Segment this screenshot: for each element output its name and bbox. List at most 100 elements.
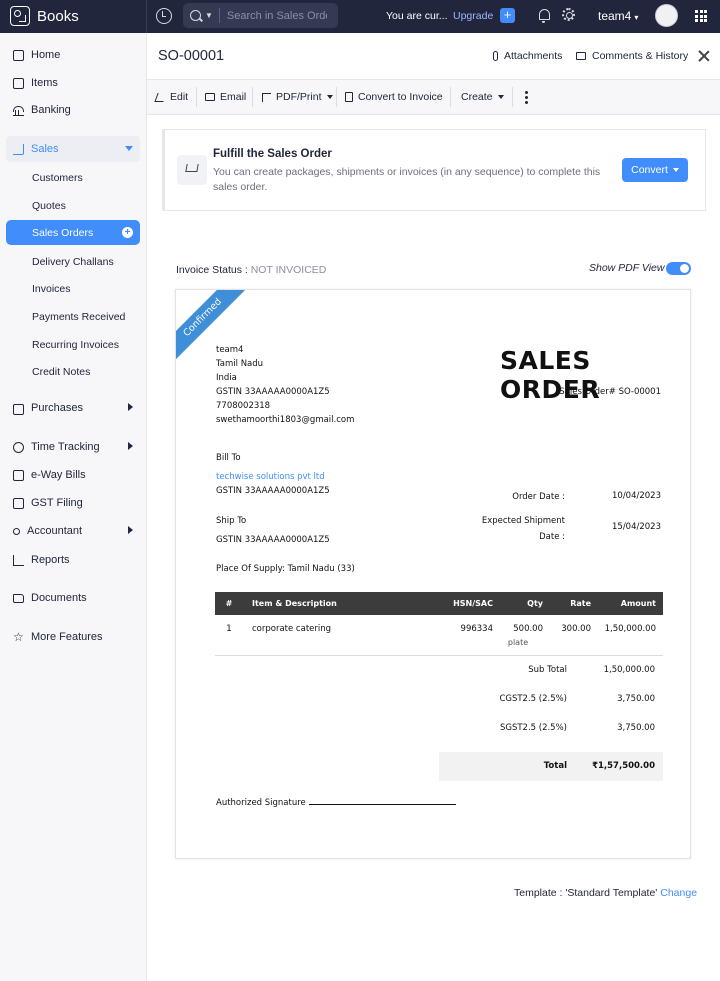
sgst-value: 3,750.00 (617, 723, 655, 733)
sidebar-item-sales-orders[interactable]: Sales Orders + (6, 220, 140, 245)
sidebar-item-credit-notes[interactable]: Credit Notes (6, 359, 140, 384)
sidebar-item-documents[interactable]: Documents (6, 585, 140, 611)
caret-down-icon (497, 95, 504, 99)
convert-invoice-label: Convert to Invoice (358, 91, 443, 103)
sgst-row: SGST2.5 (2.5%) 3,750.00 (439, 723, 663, 752)
upgrade-link[interactable]: Upgrade (453, 10, 493, 22)
table-row: 1 corporate catering 996334 500.00 plate… (215, 615, 663, 656)
mail-icon (205, 93, 215, 101)
item-amount: 1,50,000.00 (591, 615, 663, 656)
org-line: India (216, 373, 237, 383)
invoice-status-label: Invoice Status : (176, 264, 248, 276)
search-box[interactable]: ▼ (183, 3, 338, 28)
sidebar-item-home[interactable]: Home (6, 42, 140, 68)
bill-to-label: Bill To (216, 453, 241, 463)
user-icon (13, 527, 20, 535)
ship-to-gstin: GSTIN 33AAAAA0000A1Z5 (216, 535, 330, 545)
books-logo-icon (10, 6, 30, 26)
brand[interactable]: Books (10, 5, 79, 27)
org-line: 7708002318 (216, 401, 271, 411)
sidebar-item-items[interactable]: Items (6, 70, 140, 96)
recent-history-icon[interactable] (156, 8, 172, 24)
col-header-number: # (215, 592, 243, 615)
org-switcher[interactable]: team4 ▾ (598, 9, 638, 23)
sidebar-item-quotes[interactable]: Quotes (6, 193, 140, 218)
toolbar-divider (512, 87, 513, 107)
create-dropdown[interactable]: Create (461, 80, 504, 114)
sidebar-item-recurring-invoices[interactable]: Recurring Invoices (6, 332, 140, 357)
email-button[interactable]: Email (205, 80, 246, 114)
convert-button[interactable]: Convert (622, 158, 688, 182)
ship-to-label: Ship To (216, 516, 247, 526)
sidebar-item-payments-received[interactable]: Payments Received (6, 304, 140, 329)
quick-create-button[interactable]: + (500, 8, 515, 23)
apps-grid-icon[interactable] (695, 10, 707, 22)
comments-history-button[interactable]: Comments & History (576, 50, 688, 62)
convert-label: Convert (631, 164, 668, 176)
page-title: SO-00001 (158, 48, 225, 64)
gear-icon[interactable] (562, 8, 575, 21)
col-header-hsn: HSN/SAC (423, 592, 493, 615)
bill-to-customer-link[interactable]: techwise solutions pvt ltd (216, 472, 325, 482)
item-qty-cell: 500.00 plate (493, 615, 543, 656)
sidebar-item-more-features[interactable]: ☆ More Features (6, 624, 140, 650)
edit-button[interactable]: Edit (154, 80, 188, 114)
shopping-bag-icon (13, 403, 24, 415)
sidebar-item-gst-filing[interactable]: GST Filing (6, 490, 140, 516)
col-header-rate: Rate (543, 592, 591, 615)
invoice-status: Invoice Status : NOT INVOICED (176, 264, 326, 276)
search-icon[interactable] (190, 10, 201, 21)
cgst-value: 3,750.00 (617, 694, 655, 704)
pencil-icon (154, 92, 167, 102)
bell-icon[interactable] (539, 9, 550, 23)
sidebar-item-invoices[interactable]: Invoices (6, 276, 140, 301)
sidebar-item-accountant[interactable]: Accountant (6, 518, 140, 544)
search-input[interactable] (226, 9, 327, 22)
convert-to-invoice-button[interactable]: Convert to Invoice (345, 80, 443, 114)
sidebar-item-label: Time Tracking (31, 441, 100, 453)
sidebar-item-time-tracking[interactable]: Time Tracking (6, 434, 140, 460)
org-line: Tamil Nadu (216, 359, 264, 369)
items-icon (13, 77, 24, 89)
attachments-button[interactable]: Attachments (493, 50, 562, 62)
pdf-print-button[interactable]: PDF/Print (262, 80, 333, 114)
sidebar-item-eway-bills[interactable]: e-Way Bills (6, 462, 140, 488)
item-hsn: 996334 (423, 615, 493, 656)
create-label: Create (461, 91, 493, 103)
sidebar-item-banking[interactable]: Banking (6, 97, 140, 123)
order-date-value: 10/04/2023 (612, 491, 661, 501)
chevron-down-icon (125, 146, 133, 151)
chevron-down-icon[interactable]: ▼ (205, 11, 213, 20)
item-number: 1 (215, 615, 243, 656)
change-template-link[interactable]: Change (660, 887, 697, 899)
sidebar-item-label: More Features (31, 631, 103, 643)
sidebar-item-delivery-challans[interactable]: Delivery Challans (6, 249, 140, 274)
sidebar-item-purchases[interactable]: Purchases (6, 395, 140, 421)
total-row: Total ₹1,57,500.00 (439, 752, 663, 781)
sidebar-item-label: Sales (31, 143, 59, 155)
sidebar-item-label: Purchases (31, 402, 83, 414)
sidebar-item-sales[interactable]: Sales (6, 136, 140, 162)
org-line: GSTIN 33AAAAA0000A1Z5 (216, 387, 330, 397)
close-icon[interactable] (698, 50, 710, 62)
pdf-view-toggle[interactable] (666, 262, 691, 275)
sidebar-item-customers[interactable]: Customers (6, 165, 140, 190)
cgst-label: CGST2.5 (2.5%) (499, 694, 567, 704)
cart-icon (13, 143, 24, 155)
signature-line: Authorized Signature (216, 797, 456, 808)
avatar[interactable] (655, 4, 678, 27)
pdf-icon (262, 92, 271, 102)
signature-rule (308, 797, 456, 805)
signature-label: Authorized Signature (216, 798, 306, 808)
sidebar-item-reports[interactable]: Reports (6, 547, 140, 573)
search-divider (218, 8, 220, 23)
table-header-row: # Item & Description HSN/SAC Qty Rate Am… (215, 592, 663, 615)
bill-to-gstin: GSTIN 33AAAAA0000A1Z5 (216, 486, 330, 496)
item-rate: 300.00 (543, 615, 591, 656)
comment-icon (576, 52, 586, 60)
add-sales-order-icon[interactable]: + (122, 227, 133, 238)
org-name: team4 (598, 9, 632, 23)
template-label: Template : 'Standard Template' (514, 887, 658, 899)
more-options-icon[interactable] (525, 91, 528, 104)
item-unit: plate (507, 638, 529, 647)
